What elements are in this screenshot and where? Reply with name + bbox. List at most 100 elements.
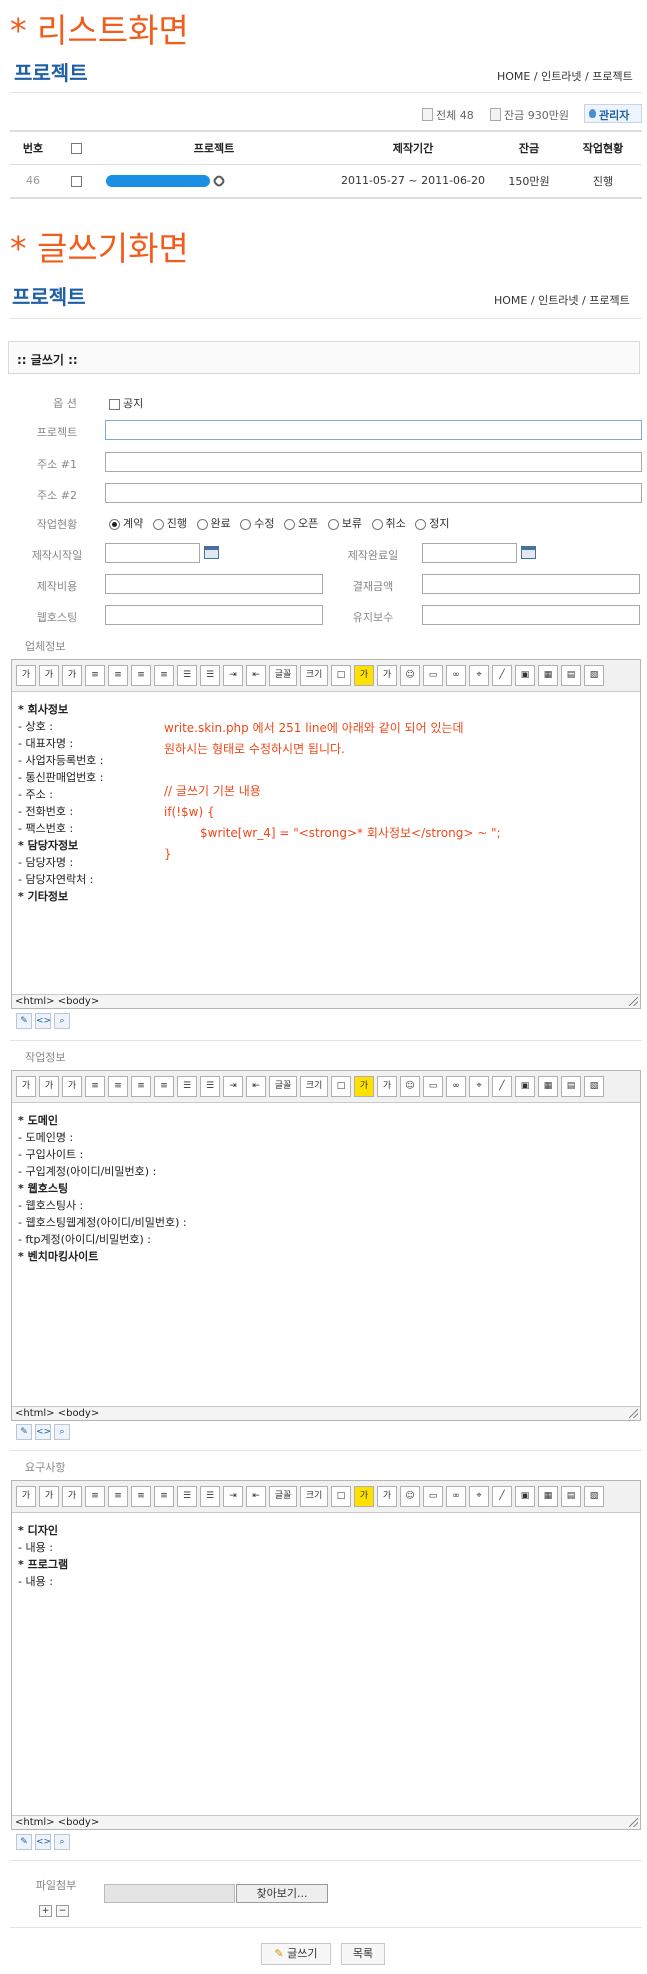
cost-input[interactable]	[105, 574, 323, 594]
toolbar-button-icon[interactable]: 크기	[300, 1076, 328, 1097]
editor-mode-buttons[interactable]: ✎ <> ⌕	[16, 1834, 73, 1850]
resize-grip-icon[interactable]	[629, 1818, 638, 1827]
toolbar-button-icon[interactable]: ╱	[492, 1486, 512, 1507]
toolbar-button-icon[interactable]: ▦	[538, 665, 558, 686]
toolbar-button-icon[interactable]: 가	[39, 1076, 59, 1097]
address2-input[interactable]	[105, 483, 642, 503]
work-info-editor[interactable]: 가 가 가 ≡ ≡ ≡ ≡ ☰ ☰ ⇥ ⇤ 글꼴 크기 □ 가 가 ☺ ▭ ∞ ⌖ ╱ ▣ ▦ ▤ ▧ * 도메인 - 도메인명 …	[11, 1070, 641, 1421]
toolbar-button-icon[interactable]: ☺	[400, 665, 420, 686]
toolbar-button-icon[interactable]: 글꼴	[269, 1486, 297, 1507]
status-radio-progress[interactable]: 진행	[152, 517, 187, 530]
table-row[interactable]: 46 2011-05-27 ~ 2011-06-20 150만원 진행	[10, 164, 642, 199]
toolbar-button-icon[interactable]: 크기	[300, 665, 328, 686]
pencil-icon[interactable]: ✎	[16, 1013, 32, 1029]
toolbar-button-icon[interactable]: □	[331, 665, 351, 686]
toolbar-button-icon[interactable]: ⌖	[469, 665, 489, 686]
toolbar-button-icon[interactable]: ▭	[423, 1076, 443, 1097]
toolbar-button-icon[interactable]: ≡	[131, 665, 151, 686]
calendar-icon[interactable]	[204, 546, 219, 559]
toolbar-button-icon[interactable]: ▧	[584, 1076, 604, 1097]
radio-button[interactable]	[284, 518, 295, 530]
toolbar-button-icon[interactable]: ☰	[177, 665, 197, 686]
pencil-icon[interactable]: ✎	[16, 1424, 32, 1440]
toolbar-button-icon[interactable]: ≡	[131, 1076, 151, 1097]
resize-grip-icon[interactable]	[629, 997, 638, 1006]
toolbar-button-icon[interactable]: 글꼴	[269, 1076, 297, 1097]
row-checkbox[interactable]	[70, 175, 82, 187]
code-icon[interactable]: <>	[35, 1424, 51, 1440]
toolbar-button-icon[interactable]: ☰	[200, 1076, 220, 1097]
requirements-editor[interactable]: 가 가 가 ≡ ≡ ≡ ≡ ☰ ☰ ⇥ ⇤ 글꼴 크기 □ 가 가 ☺ ▭ ∞ ⌖ ╱ ▣ ▦ ▤ ▧ * 디자인 - 내용 : *…	[11, 1480, 641, 1830]
toolbar-button-icon[interactable]: ⌖	[469, 1486, 489, 1507]
resize-grip-icon[interactable]	[629, 1409, 638, 1418]
toolbar-button-icon[interactable]: ⇥	[223, 1076, 243, 1097]
toolbar-button-icon[interactable]: ≡	[154, 1486, 174, 1507]
radio-button[interactable]	[371, 518, 383, 530]
work-status-radios[interactable]: 계약 진행 완료 수정 오픈 보류 취소 정지	[109, 515, 456, 531]
toolbar-button-icon[interactable]: ╱	[492, 1076, 512, 1097]
select-all-checkbox[interactable]	[70, 142, 82, 154]
toolbar-button-icon[interactable]: ▣	[515, 1076, 535, 1097]
status-radio-open[interactable]: 오픈	[284, 517, 318, 530]
editor-content[interactable]: * 회사정보 - 상호 :- 대표자명 :- 사업자등록번호 :- 통신판매업번호…	[12, 692, 640, 905]
toolbar-button-icon[interactable]: 가	[62, 1076, 82, 1097]
notice-option[interactable]: 공지	[109, 395, 143, 411]
toolbar-button-icon[interactable]: 가	[377, 1486, 397, 1507]
calendar-icon[interactable]	[521, 546, 536, 559]
toolbar-button-icon[interactable]: ∞	[446, 1486, 466, 1507]
toolbar-button-icon[interactable]: ≡	[154, 665, 174, 686]
status-radio-contract[interactable]: 계약	[109, 517, 143, 530]
toolbar-button-icon[interactable]: ▭	[423, 1486, 443, 1507]
toolbar-button-icon[interactable]: ⇤	[246, 1076, 266, 1097]
toolbar-button-icon[interactable]: 가	[39, 665, 59, 686]
maintenance-input[interactable]	[422, 605, 640, 625]
pencil-icon[interactable]: ✎	[16, 1834, 32, 1850]
code-icon[interactable]: <>	[35, 1013, 51, 1029]
editor-mode-buttons[interactable]: ✎ <> ⌕	[16, 1013, 73, 1029]
paid-amount-input[interactable]	[422, 574, 640, 594]
status-radio-done[interactable]: 완료	[196, 517, 231, 530]
editor-content[interactable]: * 디자인 - 내용 : * 프로그램 - 내용 :	[12, 1513, 640, 1590]
code-icon[interactable]: <>	[35, 1834, 51, 1850]
toolbar-button-icon[interactable]: 가	[39, 1486, 59, 1507]
radio-button[interactable]	[109, 518, 120, 530]
admin-button[interactable]: 관리자	[584, 104, 642, 123]
toolbar-button-icon[interactable]: ╱	[492, 665, 512, 686]
toolbar-button-icon[interactable]: ▣	[515, 1486, 535, 1507]
toolbar-button-icon[interactable]: ▦	[538, 1486, 558, 1507]
toolbar-button-icon[interactable]: 가	[16, 1076, 36, 1097]
toolbar-button-icon[interactable]: ☰	[177, 1486, 197, 1507]
toolbar-button-icon[interactable]: ⇤	[246, 1486, 266, 1507]
toolbar-button-icon[interactable]: 가	[354, 1076, 374, 1097]
toolbar-button-icon[interactable]: ≡	[154, 1076, 174, 1097]
toolbar-button-icon[interactable]: ⇥	[223, 665, 243, 686]
editor-mode-buttons[interactable]: ✎ <> ⌕	[16, 1424, 73, 1440]
browse-button[interactable]: 찾아보기...	[236, 1884, 328, 1903]
notice-checkbox[interactable]	[109, 398, 120, 410]
radio-button[interactable]	[327, 518, 339, 530]
toolbar-button-icon[interactable]: 가	[16, 665, 36, 686]
toolbar-button-icon[interactable]: ☰	[177, 1076, 197, 1097]
toolbar-button-icon[interactable]: 글꼴	[269, 665, 297, 686]
toolbar-button-icon[interactable]: ☰	[200, 1486, 220, 1507]
col-select-all[interactable]	[56, 130, 96, 165]
toolbar-button-icon[interactable]: 가	[62, 665, 82, 686]
toolbar-button-icon[interactable]: ⇥	[223, 1486, 243, 1507]
toolbar-button-icon[interactable]: 가	[354, 665, 374, 686]
radio-button[interactable]	[240, 518, 252, 530]
toolbar-button-icon[interactable]: ▤	[561, 665, 581, 686]
toolbar-button-icon[interactable]: 가	[377, 1076, 397, 1097]
toolbar-button-icon[interactable]: 크기	[300, 1486, 328, 1507]
toolbar-button-icon[interactable]: ▧	[584, 1486, 604, 1507]
toolbar-button-icon[interactable]: ≡	[108, 665, 128, 686]
list-button[interactable]: 목록	[341, 1943, 385, 1965]
row-select[interactable]	[56, 164, 96, 199]
address1-input[interactable]	[105, 452, 642, 472]
toolbar-button-icon[interactable]: ≡	[131, 1486, 151, 1507]
toolbar-button-icon[interactable]: ▧	[584, 665, 604, 686]
toolbar-button-icon[interactable]: ▤	[561, 1076, 581, 1097]
editor-content[interactable]: * 도메인 - 도메인명 : - 구입사이트 : - 구입계정(아이디/비밀번호) :…	[12, 1103, 640, 1265]
status-radio-stop[interactable]: 정지	[415, 517, 450, 530]
toolbar-button-icon[interactable]: ≡	[85, 665, 105, 686]
preview-icon[interactable]: ⌕	[54, 1834, 70, 1850]
